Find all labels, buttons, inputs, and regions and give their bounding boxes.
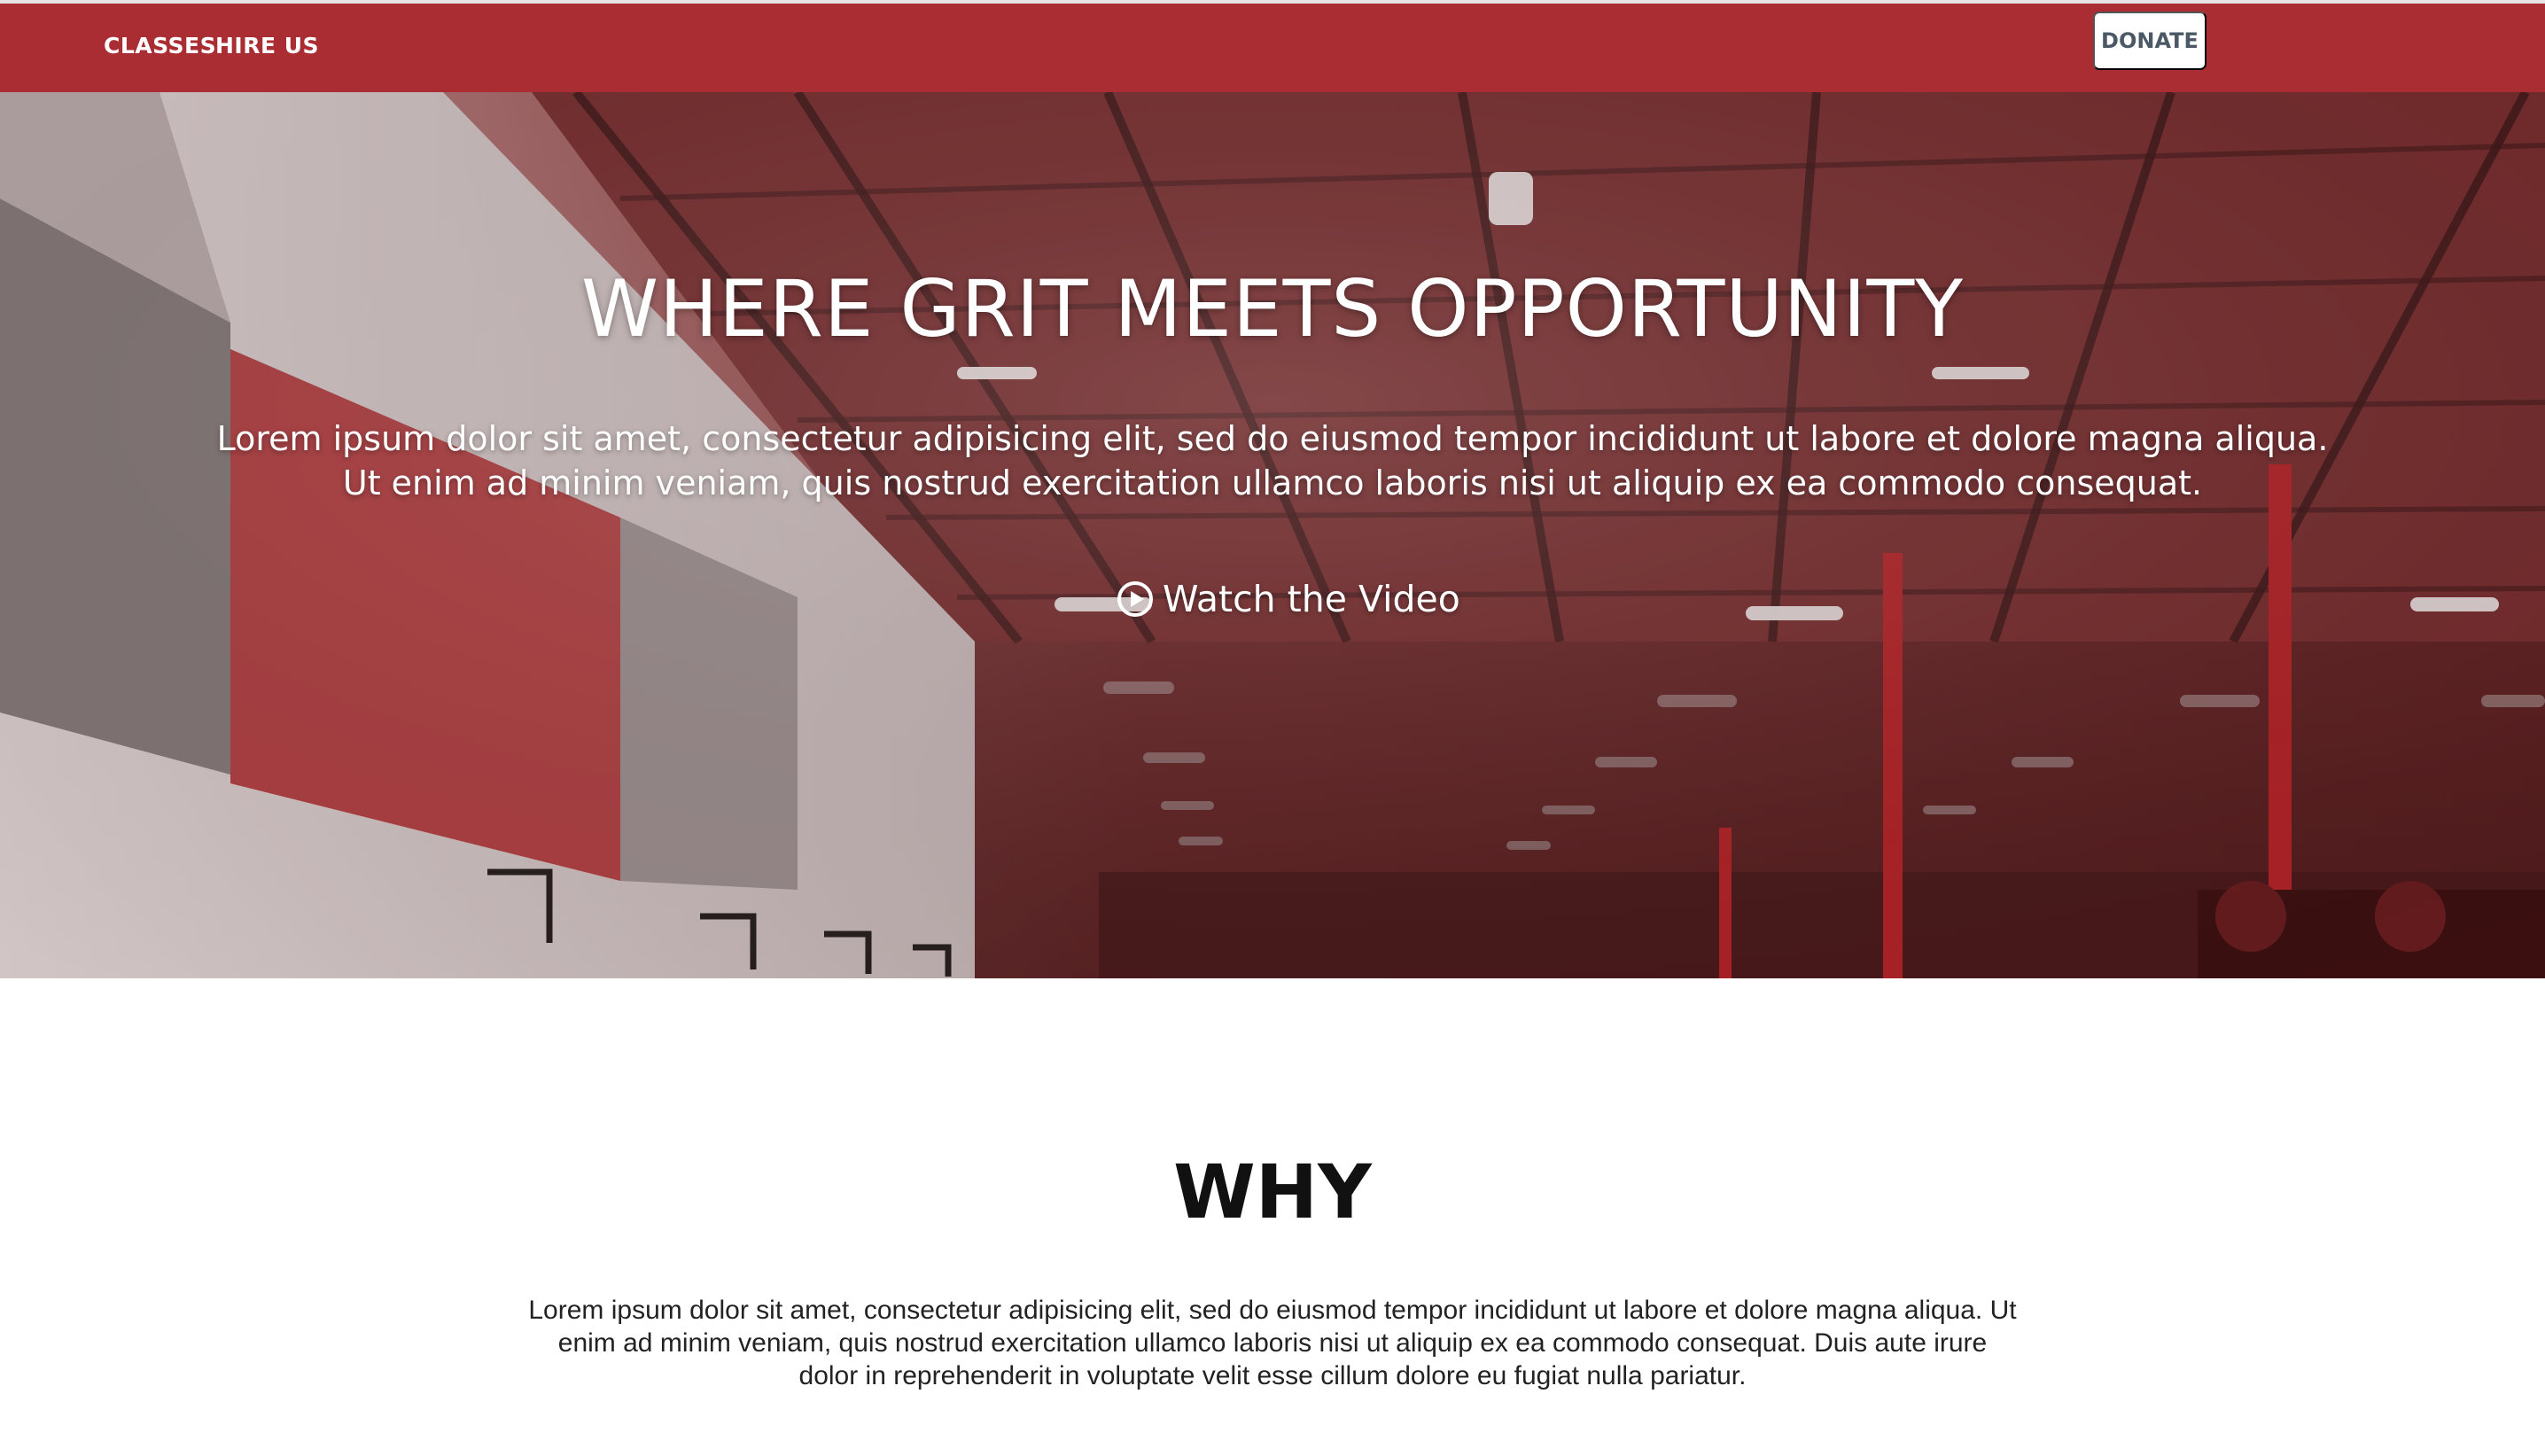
donate-button[interactable]: DONATE: [2093, 12, 2206, 70]
watch-video-label: Watch the Video: [1163, 578, 1460, 620]
hero-description: Lorem ipsum dolor sit amet, consectetur …: [216, 419, 2329, 502]
nav-link-classes[interactable]: CLASSES: [104, 30, 216, 62]
hero-background-image: [0, 92, 2545, 978]
nav-link-hire-us[interactable]: HIRE US: [215, 30, 319, 62]
play-circle-icon: [1117, 581, 1153, 617]
why-title: WHY: [1173, 1148, 1372, 1235]
hero-section: WHERE GRIT MEETS OPPORTUNITY Lorem ipsum…: [0, 92, 2545, 978]
why-description: Lorem ipsum dolor sit amet, consectetur …: [528, 1296, 2017, 1390]
navbar: CLASSES HIRE US DONATE: [0, 4, 2545, 92]
watch-video-link[interactable]: Watch the Video: [1117, 572, 1460, 626]
hero-title: WHERE GRIT MEETS OPPORTUNITY: [580, 263, 1965, 354]
